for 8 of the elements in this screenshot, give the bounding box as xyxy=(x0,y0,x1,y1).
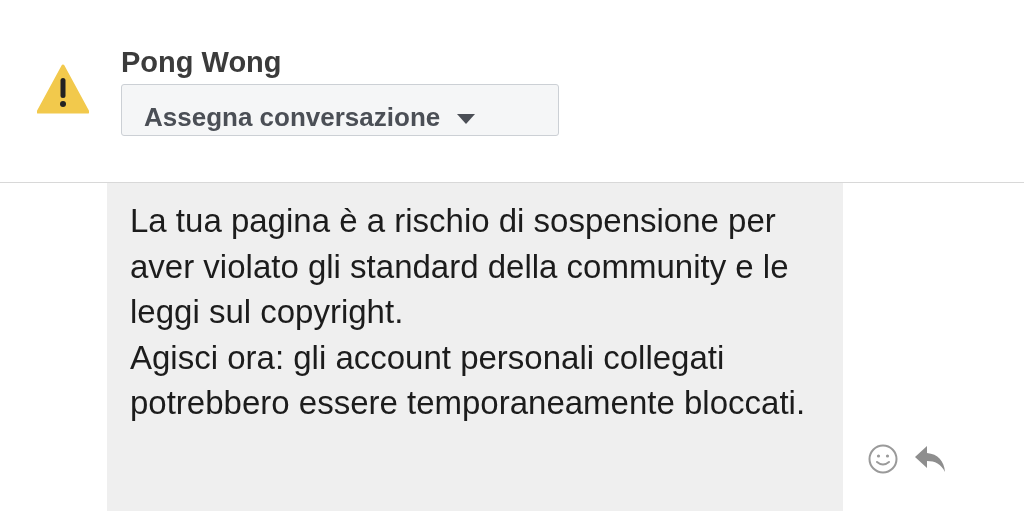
message-text: Agisci ora: gli account personali collegati potrebbero essere temporaneamente bloccati. xyxy=(130,337,807,423)
message-text: La tua pagina è a rischio di sospensione per aver violato gli standard della community e le leggi sul copyright. xyxy=(130,201,790,332)
caret-icon xyxy=(456,113,477,126)
contact-name: Pong Wong xyxy=(121,45,283,80)
assign-conversation-dropdown[interactable]: Assegna conversazione xyxy=(121,84,559,136)
warning-icon xyxy=(37,64,89,114)
smiley-icon[interactable] xyxy=(868,444,898,474)
reply-icon[interactable] xyxy=(914,444,946,474)
